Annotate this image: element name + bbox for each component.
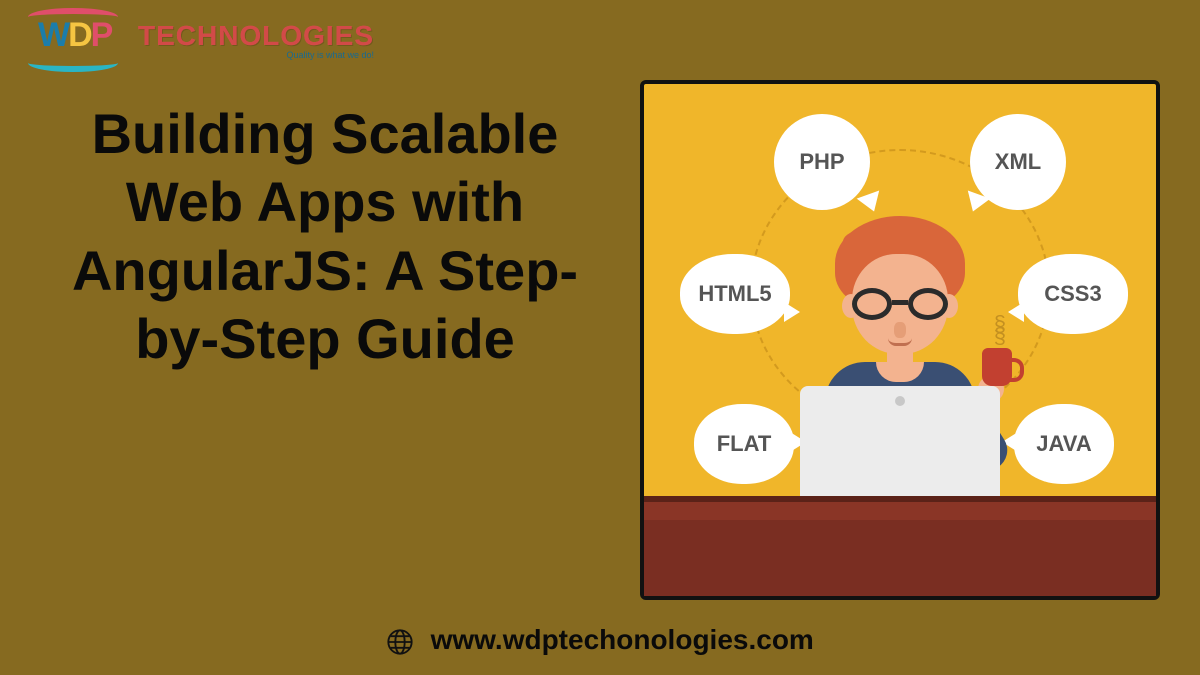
logo-brand: TECHNOLOGIES	[138, 20, 374, 52]
steam-icon: §§	[994, 318, 1006, 342]
logo-mark: WDP	[20, 10, 130, 70]
footer: www.wdptechonologies.com	[0, 624, 1200, 661]
coffee-cup-icon	[982, 348, 1012, 386]
page-title: Building Scalable Web Apps with AngularJ…	[30, 100, 620, 373]
website-url: www.wdptechonologies.com	[431, 624, 814, 655]
glasses-icon	[852, 288, 948, 322]
logo: WDP TECHNOLOGIES Quality is what we do!	[20, 10, 374, 70]
bubble-php: PHP	[774, 114, 870, 210]
globe-icon	[386, 628, 414, 661]
logo-text: TECHNOLOGIES Quality is what we do!	[138, 20, 374, 60]
illustration: PHP XML HTML5 CSS3 FLAT JAVA §§	[640, 80, 1160, 600]
logo-tagline: Quality is what we do!	[138, 50, 374, 60]
bubble-css3: CSS3	[1018, 254, 1128, 334]
desk	[644, 496, 1156, 596]
